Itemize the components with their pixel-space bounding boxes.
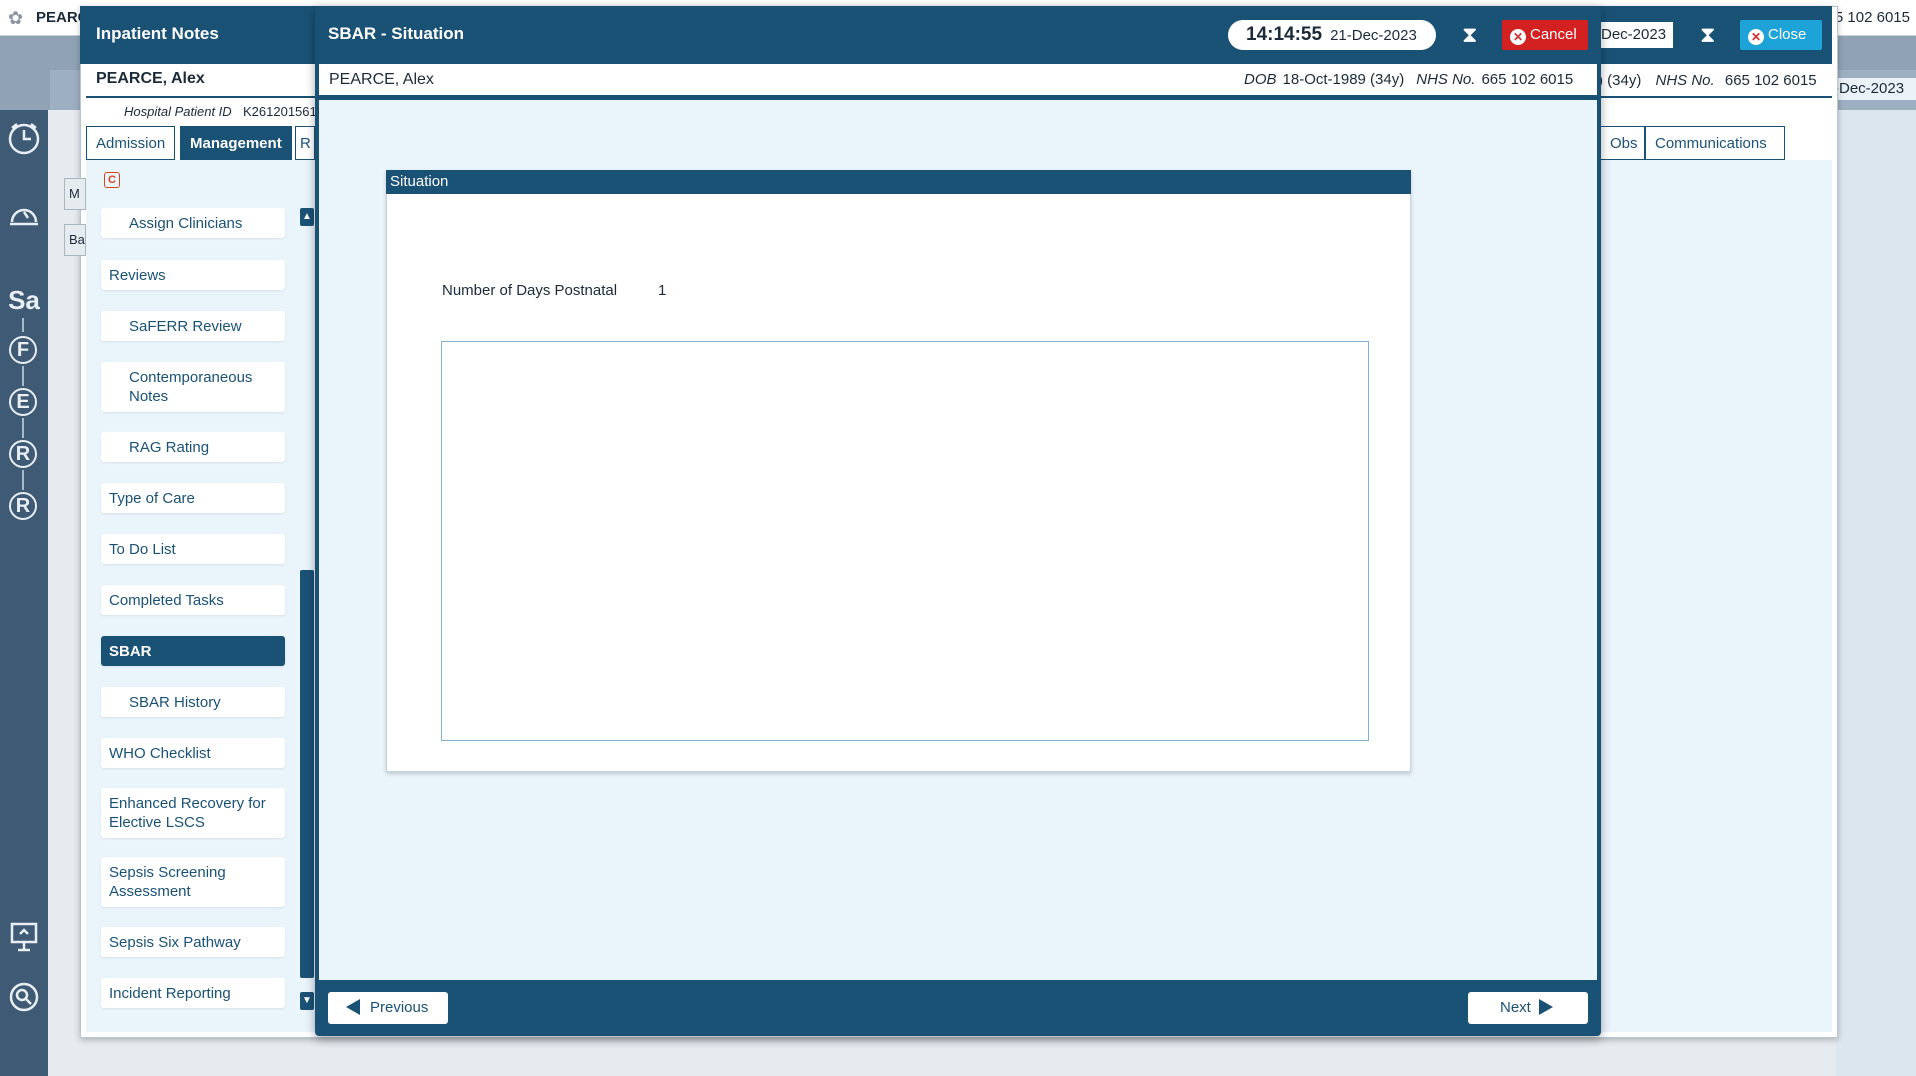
cancel-button[interactable]: ✕ Cancel	[1502, 20, 1588, 50]
nav-sbar-history[interactable]: SBAR History	[101, 687, 285, 717]
tab-r[interactable]: R	[295, 126, 315, 160]
clock-icon[interactable]	[4, 120, 44, 160]
rail-item-e[interactable]: E	[9, 388, 37, 416]
rail-item-sa[interactable]: Sa	[4, 280, 44, 320]
scroll-up-icon[interactable]: ▲	[300, 208, 314, 226]
rail-connector	[22, 366, 24, 386]
close-button[interactable]: ✕ Close	[1740, 20, 1822, 50]
dob-value: 18-Oct-1989 (34y)	[1282, 71, 1405, 88]
copy-icon[interactable]: C	[104, 172, 120, 188]
inpatient-patient-meta: ) (34y) NHS No. 665 102 6015	[1598, 72, 1817, 89]
hospital-id-value: K261201561	[243, 104, 317, 119]
situation-notes-textarea[interactable]	[441, 341, 1369, 741]
rail-connector	[22, 470, 24, 490]
arrow-left-icon	[346, 999, 360, 1015]
app-date-field: -Dec-2023	[1830, 78, 1916, 100]
nhs-label: NHS No.	[1655, 72, 1715, 89]
app-nhs-number: 5 102 6015	[1834, 9, 1910, 26]
inpatient-title: Inpatient Notes	[96, 24, 219, 43]
nhs-label: NHS No.	[1416, 71, 1476, 88]
nav-completed-tasks[interactable]: Completed Tasks	[101, 585, 285, 615]
tab-obs[interactable]: Obs	[1600, 126, 1645, 160]
app-right-column	[1836, 110, 1916, 1076]
situation-header: Situation	[386, 170, 1411, 194]
cancel-icon: ✕	[1510, 29, 1526, 45]
rail-item-f[interactable]: F	[9, 336, 37, 364]
close-label: Close	[1768, 26, 1807, 43]
tab-communications[interactable]: Communications	[1645, 126, 1785, 160]
search-icon[interactable]	[4, 980, 44, 1020]
age-partial: ) (34y)	[1598, 72, 1642, 89]
nav-incident-reporting[interactable]: Incident Reporting	[101, 978, 285, 1008]
nav-sbar[interactable]: SBAR	[101, 636, 285, 666]
days-postnatal-label: Number of Days Postnatal	[442, 282, 618, 299]
alarm-icon[interactable]	[4, 196, 44, 236]
rail-item-r2[interactable]: R	[9, 492, 37, 520]
modal-footer	[319, 980, 1597, 1032]
presentation-icon[interactable]	[4, 920, 44, 960]
rail-connector	[22, 418, 24, 438]
date-value: 21-Dec-2023	[1330, 27, 1417, 44]
nav-contemporaneous-notes[interactable]: Contemporaneous Notes	[101, 362, 285, 412]
nav-rag-rating[interactable]: RAG Rating	[101, 432, 285, 462]
days-postnatal-value: 1	[658, 282, 667, 299]
close-icon: ✕	[1748, 29, 1764, 45]
nav-saferr-review[interactable]: SaFERR Review	[101, 311, 285, 341]
scroll-down-icon[interactable]: ▼	[300, 992, 314, 1010]
arrow-right-icon	[1538, 999, 1553, 1015]
nav-assign-clinicians[interactable]: Assign Clinicians	[101, 208, 285, 238]
side-tab-ba[interactable]: Ba	[64, 224, 86, 256]
previous-label: Previous	[370, 999, 429, 1016]
modal-title: SBAR - Situation	[328, 24, 464, 43]
inpatient-patient-name: PEARCE, Alex	[96, 70, 205, 87]
nav-enhanced-recovery[interactable]: Enhanced Recovery for Elective LSCS	[101, 788, 285, 838]
modal-patient-name: PEARCE, Alex	[329, 71, 434, 88]
filter-icon[interactable]: ⧗	[1700, 22, 1715, 48]
tab-management[interactable]: Management	[180, 126, 292, 160]
side-tab-m[interactable]: M	[64, 178, 86, 210]
nav-who-checklist[interactable]: WHO Checklist	[101, 738, 285, 768]
nav-to-do-list[interactable]: To Do List	[101, 534, 285, 564]
modal-patient-meta: DOB 18-Oct-1989 (34y) NHS No. 665 102 6015	[1244, 71, 1573, 88]
app-logo-icon: ✿	[8, 8, 24, 28]
inpatient-date-field[interactable]: Dec-2023	[1597, 22, 1673, 48]
hospital-id-label: Hospital Patient ID	[124, 104, 232, 119]
nav-type-of-care[interactable]: Type of Care	[101, 483, 285, 513]
nav-reviews[interactable]: Reviews	[101, 260, 285, 290]
nhs-value: 665 102 6015	[1481, 71, 1574, 88]
tab-admission[interactable]: Admission	[86, 126, 176, 160]
nav-sepsis-six-pathway[interactable]: Sepsis Six Pathway	[101, 927, 285, 957]
nav-scrollbar[interactable]	[300, 570, 314, 978]
next-label: Next	[1500, 999, 1531, 1016]
previous-button[interactable]: Previous	[328, 992, 448, 1024]
time-value: 14:14:55	[1246, 24, 1323, 45]
cancel-label: Cancel	[1530, 26, 1577, 43]
rail-item-r1[interactable]: R	[9, 440, 37, 468]
nhs-value: 665 102 6015	[1724, 72, 1817, 89]
nav-sepsis-screening[interactable]: Sepsis Screening Assessment	[101, 857, 285, 907]
filter-icon[interactable]: ⧗	[1462, 22, 1477, 48]
time-date-field[interactable]: 14:14:55 21-Dec-2023	[1228, 20, 1436, 50]
dob-label: DOB	[1244, 71, 1277, 88]
rail-connector	[22, 318, 24, 332]
next-button[interactable]: Next	[1468, 992, 1588, 1024]
